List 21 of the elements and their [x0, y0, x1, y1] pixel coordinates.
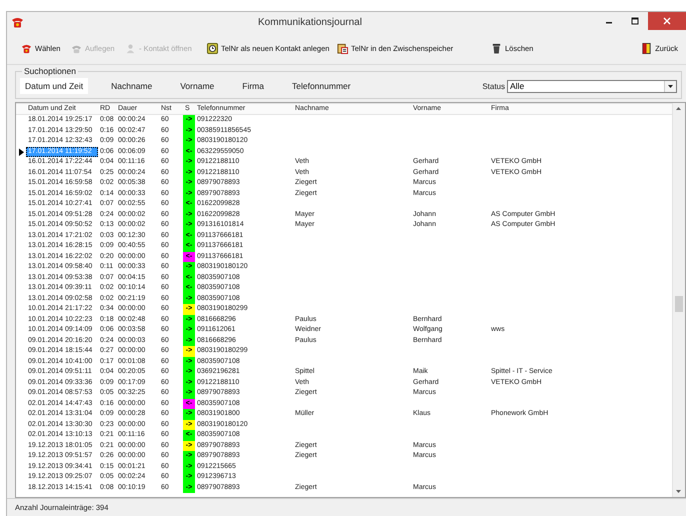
app-icon	[11, 16, 24, 28]
close-icon	[663, 17, 671, 25]
search-tab[interactable]: Vorname	[175, 78, 220, 94]
scroll-thumb[interactable]	[675, 296, 683, 312]
person-icon	[125, 42, 136, 54]
search-tab[interactable]: Nachname	[106, 78, 158, 94]
status-dropdown[interactable]: Alle	[507, 80, 677, 92]
search-tab[interactable]: Datum und Zeit	[20, 78, 88, 94]
caret-icon	[664, 80, 676, 92]
trash-icon	[491, 42, 502, 54]
group-title: Suchoptionen	[23, 66, 77, 76]
door-icon	[641, 42, 652, 54]
window-title: Kommunikationsjournal	[257, 16, 363, 28]
maximize-icon	[631, 17, 639, 25]
clipboard-icon	[337, 42, 348, 54]
close-button[interactable]	[648, 12, 686, 30]
search-tab[interactable]: Firma	[237, 78, 269, 94]
status-label: Status	[482, 82, 505, 90]
search-tab[interactable]: Telefonnummer	[287, 78, 356, 94]
clock-icon	[207, 42, 218, 54]
phone-icon	[21, 42, 32, 54]
